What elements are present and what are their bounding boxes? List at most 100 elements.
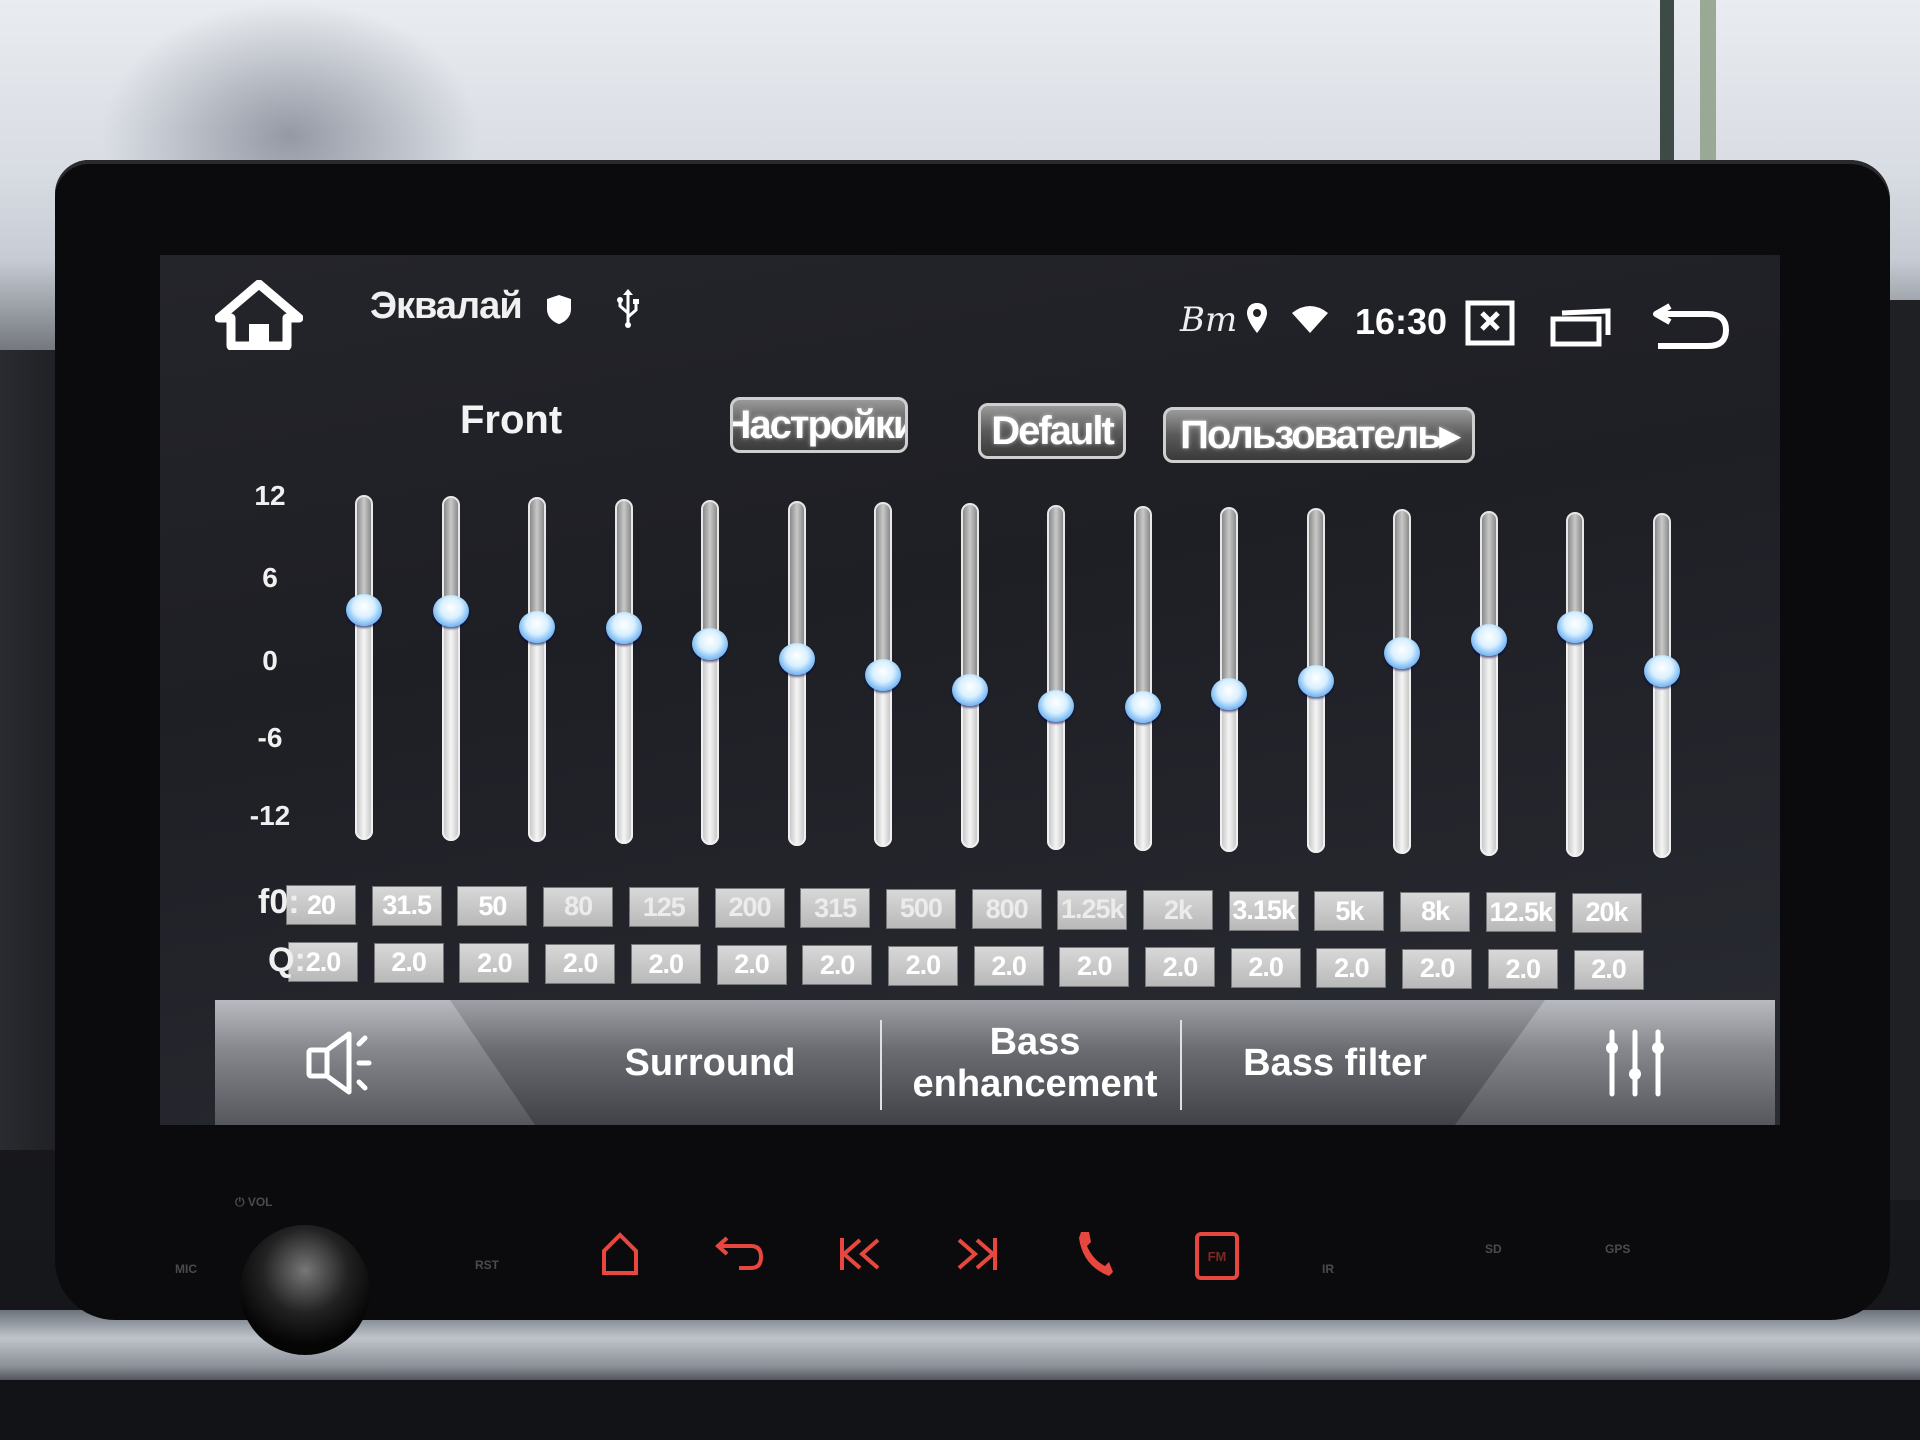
eq-band-slider[interactable] (1211, 507, 1247, 852)
eq-band-slider[interactable] (1643, 513, 1680, 858)
slider-fill (1133, 707, 1152, 851)
background-trees (100, 0, 480, 170)
gps-port-label: GPS (1605, 1242, 1631, 1256)
sd-slot-label: SD (1485, 1242, 1502, 1256)
hw-fm-button[interactable]: FM (1195, 1232, 1239, 1280)
slider-fill (787, 659, 806, 846)
eq-band-slider[interactable] (951, 503, 988, 849)
eq-band-slider[interactable] (1124, 505, 1161, 851)
f0-value[interactable]: 800 (971, 889, 1042, 929)
slider-knob[interactable] (346, 594, 382, 626)
q-value[interactable]: 2.0 (973, 946, 1044, 986)
q-value[interactable]: 2.0 (459, 943, 530, 983)
f0-value[interactable]: 31.5 (371, 885, 442, 926)
slider-knob[interactable] (605, 611, 642, 644)
eq-band-slider[interactable] (1297, 508, 1334, 854)
q-value[interactable]: 2.0 (545, 943, 616, 984)
ir-label: IR (1322, 1262, 1334, 1276)
tab-divider (880, 1020, 882, 1110)
tab-surround[interactable]: Surround (545, 1000, 875, 1125)
slider-knob[interactable] (1470, 623, 1507, 656)
eq-band-slider[interactable] (605, 498, 642, 844)
slider-knob[interactable] (432, 595, 469, 628)
tab-sound[interactable] (215, 1000, 535, 1125)
eq-band-slider[interactable] (1038, 504, 1074, 850)
slider-fill (960, 690, 979, 849)
f0-label: f0: (258, 883, 300, 921)
slider-fill (355, 610, 373, 840)
f0-value[interactable]: 12.5k (1485, 892, 1556, 932)
q-value[interactable]: 2.0 (887, 945, 958, 986)
f0-value[interactable]: 500 (885, 888, 956, 929)
f0-value[interactable]: 200 (714, 887, 785, 928)
eq-band-slider[interactable] (1384, 509, 1420, 855)
f0-value[interactable]: 2k (1143, 890, 1213, 930)
speaker-icon (306, 1031, 372, 1094)
tab-bass-filter[interactable]: Bass filter (1185, 1000, 1485, 1125)
f0-value[interactable]: 5k (1314, 891, 1385, 931)
f0-value[interactable]: 1.25k (1057, 889, 1128, 930)
slider-knob[interactable] (519, 610, 555, 643)
slider-knob[interactable] (778, 643, 815, 676)
f0-value[interactable]: 3.15k (1228, 890, 1299, 931)
q-value[interactable]: 2.0 (802, 945, 873, 985)
q-value[interactable]: 2.0 (630, 944, 701, 984)
slider-fill (1220, 693, 1238, 852)
slider-knob[interactable] (692, 627, 728, 660)
reset-label: RST (475, 1258, 499, 1272)
q-value[interactable]: 2.0 (1145, 947, 1215, 987)
slider-knob[interactable] (1384, 637, 1420, 670)
eq-band-slider[interactable] (1557, 511, 1593, 857)
equalizer-sliders-icon (1606, 1029, 1664, 1096)
eq-band-slider[interactable] (432, 496, 469, 842)
q-value[interactable]: 2.0 (1573, 949, 1644, 990)
hw-phone-button[interactable] (1075, 1228, 1115, 1278)
f0-value[interactable]: 8k (1400, 891, 1471, 932)
tab-divider (1180, 1020, 1182, 1110)
mic-label: MIC (175, 1262, 197, 1276)
slider-fill (701, 643, 719, 845)
slider-knob[interactable] (1643, 655, 1680, 688)
hw-previous-track-button[interactable] (838, 1236, 882, 1272)
volume-label: ⏻ VOL (235, 1195, 273, 1209)
volume-knob[interactable] (240, 1225, 370, 1355)
hw-home-button[interactable] (600, 1232, 640, 1276)
eq-band-slider[interactable] (519, 497, 555, 843)
tab-bass-enhancement[interactable]: Bass enhancement (885, 1000, 1185, 1125)
f0-value[interactable]: 125 (628, 887, 699, 927)
f0-value[interactable]: 315 (800, 888, 871, 928)
q-value[interactable]: 2.0 (1487, 949, 1558, 989)
hw-back-button[interactable] (715, 1236, 765, 1272)
tab-equalizer[interactable] (1455, 1000, 1775, 1125)
slider-fill (1566, 626, 1584, 857)
q-value[interactable]: 2.0 (1059, 946, 1130, 987)
slider-knob[interactable] (1124, 691, 1161, 724)
slider-fill (614, 627, 633, 844)
f0-value[interactable]: 20k (1571, 892, 1642, 933)
slider-knob[interactable] (1038, 689, 1074, 722)
eq-band-slider[interactable] (778, 501, 815, 846)
slider-fill (1393, 653, 1411, 855)
slider-fill (441, 611, 460, 842)
slider-knob[interactable] (1297, 664, 1334, 697)
slider-knob[interactable] (865, 658, 901, 691)
eq-band-slider[interactable] (865, 502, 901, 848)
slider-fill (528, 626, 546, 843)
f0-value[interactable]: 80 (543, 886, 614, 927)
slider-knob[interactable] (951, 674, 988, 707)
slider-knob[interactable] (1557, 610, 1593, 643)
slider-knob[interactable] (1211, 677, 1247, 710)
q-value[interactable]: 2.0 (1402, 948, 1473, 989)
q-value[interactable]: 2.0 (716, 944, 787, 985)
equalizer-bands: 20 2.0 31.5 2.0 50 2.0 80 2.0 125 2.0 200 2.0 315 2.0… (160, 255, 1780, 1125)
hw-next-track-button[interactable] (955, 1236, 999, 1272)
f0-value[interactable]: 50 (457, 886, 528, 926)
q-value[interactable]: 2.0 (373, 942, 444, 983)
q-value[interactable]: 2.0 (1230, 947, 1301, 988)
q-value[interactable]: 2.0 (1316, 948, 1387, 988)
eq-band-slider[interactable] (346, 495, 382, 840)
eq-band-slider[interactable] (1470, 510, 1507, 856)
eq-band-slider[interactable] (692, 499, 728, 845)
slider-fill (1306, 680, 1325, 854)
slider-fill (1479, 639, 1498, 856)
